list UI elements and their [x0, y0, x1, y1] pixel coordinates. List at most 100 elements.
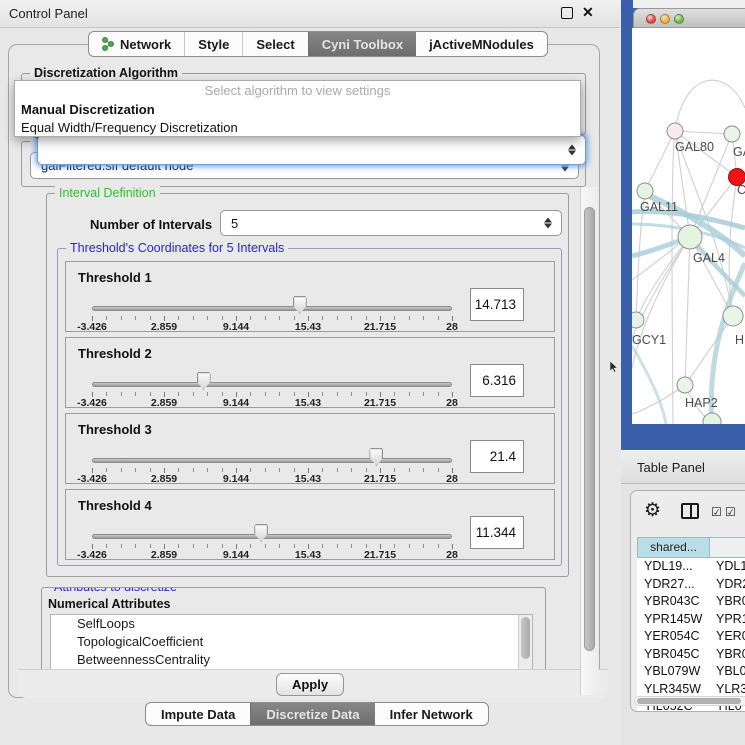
- threshold-3-slider-track[interactable]: [92, 458, 452, 463]
- node-label: C: [737, 183, 745, 197]
- top-green-node[interactable]: [724, 126, 740, 142]
- network-edge[interactable]: [675, 131, 732, 134]
- desktop-strip: [633, 0, 745, 8]
- slider-tick-label: 21.715: [364, 397, 396, 409]
- node-label: GAL4: [693, 251, 725, 265]
- slider-tick-label: 28: [446, 549, 458, 561]
- slider-tick-label: 9.144: [223, 473, 249, 485]
- threshold-4-slider-track[interactable]: [92, 534, 452, 539]
- bottom-node[interactable]: [703, 413, 721, 424]
- numerical-attributes-list[interactable]: SelfLoops TopologicalCoefficient Between…: [50, 614, 533, 669]
- column-header-name[interactable]: na: [710, 538, 745, 557]
- network-edge[interactable]: [632, 237, 690, 368]
- minimize-traffic-light-icon[interactable]: [660, 14, 670, 24]
- bottom-tabbar: Impute Data Discretize Data Infer Networ…: [145, 702, 489, 726]
- number-of-intervals-label: Number of Intervals: [90, 217, 212, 232]
- slider-tick-label: 9.144: [223, 321, 249, 333]
- tab-infer-network[interactable]: Infer Network: [375, 703, 488, 725]
- HAP2-node[interactable]: [677, 377, 693, 393]
- gear-icon[interactable]: ⚙: [644, 499, 661, 522]
- slider-tick-label: -3.426: [77, 473, 107, 485]
- algorithm-dropdown-popup: Select algorithm to view settings Manual…: [14, 80, 581, 137]
- threshold-1-block: Threshold 1 -3.4262.8599.14415.4321.7152…: [65, 261, 555, 332]
- checkbox-icon[interactable]: ☑: [711, 505, 722, 519]
- table-row[interactable]: YDR27...YDR2: [637, 576, 745, 594]
- threshold-2-block: Threshold 2 -3.4262.8599.14415.4321.7152…: [65, 337, 555, 408]
- tab-impute-data[interactable]: Impute Data: [146, 703, 250, 725]
- GAL80-node[interactable]: [667, 123, 683, 139]
- slider-tick-label: -3.426: [77, 397, 107, 409]
- apply-button[interactable]: Apply: [276, 673, 344, 696]
- GCY1-node[interactable]: [632, 312, 644, 328]
- list-item[interactable]: BetweennessCentrality: [51, 651, 532, 669]
- slider-tick-label: 2.859: [151, 473, 177, 485]
- column-header-shared-name[interactable]: shared...: [638, 538, 710, 557]
- tab-network-label: Network: [120, 37, 171, 52]
- tab-cyni-toolbox[interactable]: Cyni Toolbox: [308, 32, 416, 56]
- control-panel-tabbar: Network Style Select Cyni Toolbox jActiv…: [88, 31, 548, 57]
- table-horizontal-scrollbar[interactable]: [634, 696, 745, 706]
- network-edge[interactable]: [672, 139, 674, 424]
- close-traffic-light-icon[interactable]: [646, 14, 656, 24]
- table-row[interactable]: YER054CYER0: [637, 628, 745, 646]
- table-row[interactable]: YBR045CYBR0: [637, 646, 745, 664]
- table-row[interactable]: YPR145WYPR1: [637, 611, 745, 629]
- list-item[interactable]: TopologicalCoefficient: [51, 633, 532, 651]
- slider-tick-label: 28: [446, 397, 458, 409]
- table-row[interactable]: YBL079WYBL0: [637, 663, 745, 681]
- threshold-2-value[interactable]: 6.316: [470, 364, 524, 397]
- slider-tick-label: 9.144: [223, 397, 249, 409]
- slider-tick-label: 21.715: [364, 321, 396, 333]
- number-of-intervals-combo[interactable]: 5: [220, 210, 562, 236]
- threshold-1-slider-track[interactable]: [92, 306, 452, 311]
- network-edge[interactable]: [685, 316, 733, 385]
- slider-tick-label: -3.426: [77, 549, 107, 561]
- float-window-icon[interactable]: [561, 7, 573, 19]
- list-item[interactable]: SelfLoops: [51, 615, 532, 633]
- popup-item-manual-discretization[interactable]: Manual Discretization: [15, 101, 580, 119]
- algorithm-combo[interactable]: [37, 135, 586, 165]
- tab-jactivemnodules[interactable]: jActiveMNodules: [416, 32, 547, 56]
- discretization-algorithm-title: Discretization Algorithm: [30, 66, 182, 80]
- threshold-3-value[interactable]: 21.4: [470, 440, 524, 473]
- list-scrollbar[interactable]: [518, 615, 532, 669]
- threshold-3-block: Threshold 3 -3.4262.8599.14415.4321.7152…: [65, 413, 555, 484]
- H-node[interactable]: [723, 306, 743, 326]
- table-row[interactable]: YDL19...YDL1: [637, 558, 745, 576]
- tab-network[interactable]: Network: [89, 32, 184, 56]
- network-view-canvas[interactable]: GAL80GACGAL11GAL4GCY1HHAP2: [632, 28, 745, 424]
- thresholds-group-title: Threshold's Coordinates for 5 Intervals: [66, 241, 288, 255]
- threshold-2-slider-track[interactable]: [92, 382, 452, 387]
- network-edge[interactable]: [675, 80, 745, 131]
- GAL11-node[interactable]: [637, 183, 653, 199]
- tab-discretize-data[interactable]: Discretize Data: [250, 703, 374, 725]
- cyni-toolbox-panel: Discretization Algorithm Table Data galF…: [8, 44, 600, 698]
- checkbox-icon[interactable]: ☑: [725, 505, 736, 519]
- threshold-4-value[interactable]: 11.344: [470, 516, 524, 549]
- network-edge[interactable]: [645, 131, 675, 191]
- split-columns-icon[interactable]: [681, 503, 699, 519]
- network-edge[interactable]: [685, 237, 690, 385]
- tab-select[interactable]: Select: [242, 32, 307, 56]
- popup-item-equal-width-frequency[interactable]: Equal Width/Frequency Discretization: [15, 119, 580, 137]
- slider-tick-label: 28: [446, 473, 458, 485]
- table-horizontal-scrollbar-thumb[interactable]: [637, 698, 741, 704]
- interval-definition-group: Interval Definition Number of Intervals …: [46, 193, 569, 577]
- settings-scrollbar[interactable]: [580, 187, 598, 695]
- threshold-1-value[interactable]: 14.713: [470, 288, 524, 321]
- interval-definition-title: Interval Definition: [55, 186, 160, 200]
- settings-scrollbar-thumb[interactable]: [584, 207, 595, 651]
- threshold-4-slider-thumb[interactable]: [254, 524, 268, 542]
- threshold-3-slider-thumb[interactable]: [369, 448, 383, 466]
- GAL4-node[interactable]: [678, 225, 702, 249]
- close-icon[interactable]: ✕: [582, 4, 594, 21]
- network-window-titlebar[interactable]: [633, 8, 745, 28]
- node-label: GCY1: [632, 333, 666, 347]
- attributes-group-title: Attributes to discretize: [50, 587, 181, 594]
- table-row[interactable]: YBR043CYBR0: [637, 593, 745, 611]
- mouse-cursor: [610, 361, 619, 373]
- threshold-2-slider-thumb[interactable]: [197, 372, 211, 390]
- threshold-1-slider-thumb[interactable]: [293, 296, 307, 314]
- zoom-traffic-light-icon[interactable]: [674, 14, 684, 24]
- tab-style[interactable]: Style: [184, 32, 242, 56]
